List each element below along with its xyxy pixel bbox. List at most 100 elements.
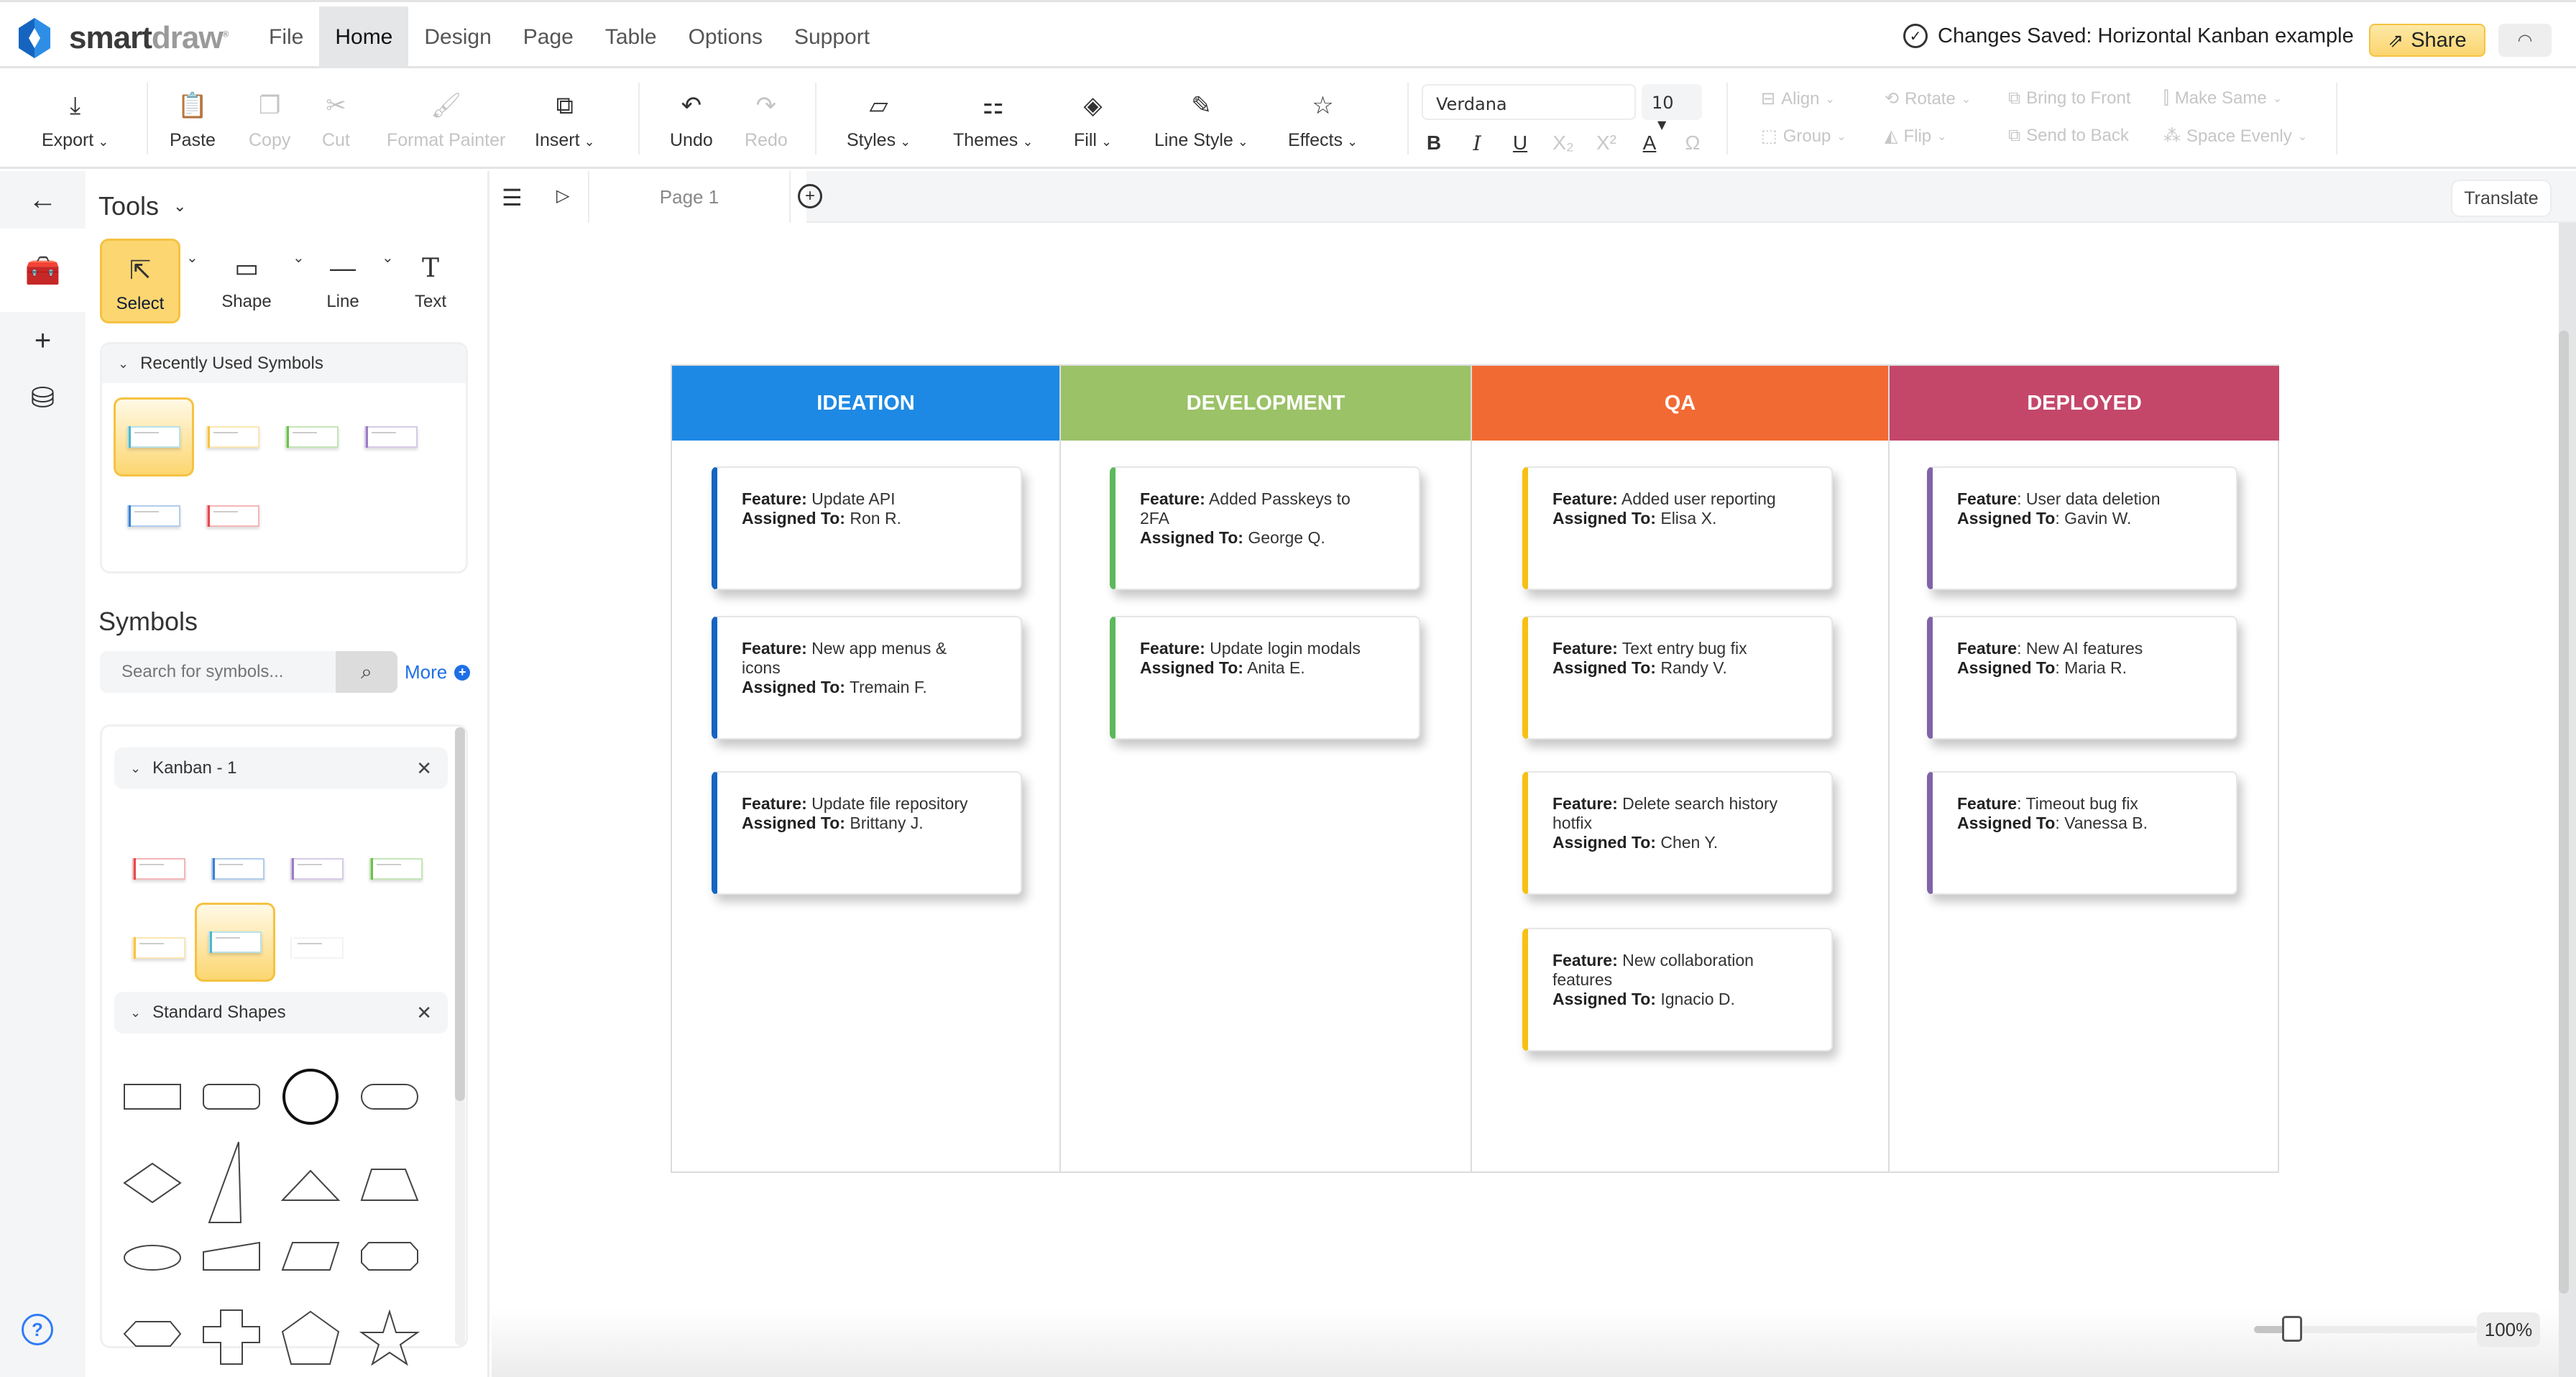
zoom-slider-thumb[interactable] bbox=[2281, 1316, 2302, 1342]
kanban-card[interactable]: Feature: Added user reporting Assigned To… bbox=[1522, 466, 1833, 590]
cut-button[interactable]: ✂ Cut bbox=[322, 90, 350, 151]
back-button[interactable]: ← bbox=[0, 171, 86, 229]
effects-button[interactable]: ☆ Effects ⌄ bbox=[1288, 90, 1358, 151]
flip-button[interactable]: ◭ Flip ⌄ bbox=[1885, 126, 1947, 147]
page-list-icon[interactable]: ☰ bbox=[502, 184, 523, 211]
format-painter-button[interactable]: 🖌 Format Painter bbox=[387, 90, 505, 151]
column-header[interactable]: DEPLOYED bbox=[1890, 366, 2279, 441]
underline-icon[interactable]: U bbox=[1509, 132, 1531, 155]
recent-symbol[interactable] bbox=[193, 476, 273, 556]
card-assignee: Assigned To: Chen Y. bbox=[1552, 833, 1719, 852]
recent-symbol[interactable] bbox=[114, 476, 194, 556]
add-button[interactable]: + bbox=[0, 312, 86, 369]
text-tool[interactable]: T Text bbox=[390, 239, 471, 323]
play-icon[interactable]: ▷ bbox=[556, 185, 569, 206]
kanban-symbol[interactable] bbox=[277, 908, 357, 987]
export-button[interactable]: ⤓ Export ⌄ bbox=[42, 90, 109, 151]
rotate-button[interactable]: ⟲ Rotate ⌄ bbox=[1885, 88, 1971, 109]
styles-button[interactable]: ▱ Styles ⌄ bbox=[847, 90, 911, 151]
share-button[interactable]: ⇗ Share bbox=[2369, 24, 2485, 57]
kanban-symbol[interactable] bbox=[277, 829, 357, 908]
line-style-button[interactable]: ✎ Line Style ⌄ bbox=[1154, 90, 1248, 151]
close-library-icon[interactable]: ✕ bbox=[416, 1002, 432, 1024]
bring-to-front-button[interactable]: ⧉ Bring to Front bbox=[2008, 88, 2131, 109]
menu-file[interactable]: File bbox=[253, 6, 319, 68]
zoom-level[interactable]: 100% bbox=[2477, 1312, 2540, 1347]
font-size-select[interactable]: 10 ▼ bbox=[1642, 84, 1702, 132]
add-page-icon[interactable]: + bbox=[798, 184, 822, 208]
shape-tool[interactable]: ▭ Shape bbox=[206, 239, 287, 323]
card-feature: Feature: User data deletion bbox=[1957, 489, 2161, 508]
select-tool[interactable]: ⇱ Select bbox=[100, 239, 180, 323]
undo-button[interactable]: ↶ Undo bbox=[670, 90, 713, 151]
kanban-card[interactable]: Feature: Added Passkeys to 2FA Assigned T… bbox=[1110, 466, 1420, 590]
bold-icon[interactable]: B bbox=[1423, 132, 1445, 155]
special-character-icon[interactable]: Ω bbox=[1682, 132, 1703, 155]
kanban-symbol[interactable] bbox=[195, 903, 275, 982]
smartdraw-logo[interactable]: smartdraw® bbox=[16, 18, 229, 58]
kanban-card[interactable]: Feature: Update login modals Assigned To:… bbox=[1110, 616, 1420, 740]
kanban-library-header[interactable]: ⌄ Kanban - 1 ✕ bbox=[114, 747, 448, 791]
canvas-scrollbar-thumb[interactable] bbox=[2559, 331, 2569, 1294]
data-tab[interactable]: ⛁ bbox=[0, 369, 86, 427]
chevron-down-icon: ⌄ bbox=[1825, 93, 1835, 106]
align-button[interactable]: ⊟ Align ⌄ bbox=[1761, 88, 1835, 109]
send-to-back-button[interactable]: ⧉ Send to Back bbox=[2008, 126, 2129, 146]
italic-icon[interactable]: I bbox=[1466, 132, 1488, 155]
kanban-card[interactable]: Feature: New AI features Assigned To: Mar… bbox=[1927, 616, 2237, 740]
redo-button[interactable]: ↷ Redo bbox=[745, 90, 788, 151]
column-header[interactable]: DEVELOPMENT bbox=[1061, 366, 1471, 441]
menu-design[interactable]: Design bbox=[408, 6, 507, 68]
copy-button[interactable]: ❐ Copy bbox=[249, 90, 290, 151]
kanban-symbol[interactable] bbox=[356, 829, 436, 908]
kanban-card[interactable]: Feature: Update API Assigned To: Ron R. bbox=[712, 466, 1022, 590]
search-button[interactable]: ⌕ bbox=[336, 651, 397, 693]
tools-tab[interactable]: 🧰 bbox=[0, 229, 86, 312]
card-assignee: Assigned To: Ron R. bbox=[742, 509, 901, 528]
select-options-chevron[interactable]: ⌄ bbox=[186, 249, 198, 267]
more-libraries-button[interactable]: More + bbox=[405, 661, 471, 683]
help-icon[interactable]: ? bbox=[22, 1314, 53, 1345]
view-button[interactable]: ◠ bbox=[2498, 24, 2552, 57]
menu-table[interactable]: Table bbox=[589, 6, 673, 68]
insert-button[interactable]: ⧉ Insert ⌄ bbox=[535, 90, 595, 151]
themes-button[interactable]: ⚏ Themes ⌄ bbox=[953, 90, 1033, 151]
kanban-card[interactable]: Feature: New app menus & icons Assigned T… bbox=[712, 616, 1022, 740]
font-family-select[interactable]: Verdana bbox=[1422, 84, 1636, 120]
line-tool[interactable]: — Line bbox=[303, 239, 383, 323]
column-header[interactable]: IDEATION bbox=[672, 366, 1059, 441]
kanban-card[interactable]: Feature: New collaboration features Assig… bbox=[1522, 928, 1833, 1051]
kanban-card[interactable]: Feature: Timeout bug fix Assigned To: Van… bbox=[1927, 771, 2237, 895]
kanban-card[interactable]: Feature: Text entry bug fix Assigned To: … bbox=[1522, 616, 1833, 740]
space-evenly-button[interactable]: ⁂ Space Evenly ⌄ bbox=[2163, 126, 2307, 147]
close-library-icon[interactable]: ✕ bbox=[416, 757, 432, 780]
translate-button[interactable]: Translate bbox=[2451, 180, 2552, 217]
kanban-symbol[interactable] bbox=[119, 829, 199, 908]
kanban-card[interactable]: Feature: Update file repository Assigned … bbox=[712, 771, 1022, 895]
recent-symbol[interactable] bbox=[114, 397, 194, 476]
recent-symbol[interactable] bbox=[272, 397, 352, 476]
kanban-symbol[interactable] bbox=[198, 829, 278, 908]
tab-page-1[interactable]: Page 1 bbox=[588, 171, 791, 223]
paste-button[interactable]: 📋 Paste bbox=[170, 90, 216, 151]
text-color-icon[interactable]: A bbox=[1639, 132, 1660, 155]
standard-shapes-header[interactable]: ⌄ Standard Shapes ✕ bbox=[114, 992, 448, 1035]
kanban-card[interactable]: Feature: Delete search history hotfix Ass… bbox=[1522, 771, 1833, 895]
recent-symbol[interactable] bbox=[351, 397, 431, 476]
superscript-icon[interactable]: X² bbox=[1596, 132, 1617, 155]
fill-button[interactable]: ◈ Fill ⌄ bbox=[1074, 90, 1112, 151]
tools-header[interactable]: Tools ⌄ bbox=[98, 191, 186, 221]
kanban-symbol[interactable] bbox=[119, 908, 199, 987]
kanban-card[interactable]: Feature: User data deletion Assigned To: … bbox=[1927, 466, 2237, 590]
recent-symbol[interactable] bbox=[193, 397, 273, 476]
group-button[interactable]: ⬚ Group ⌄ bbox=[1761, 126, 1846, 147]
menu-options[interactable]: Options bbox=[673, 6, 778, 68]
recently-used-header[interactable]: ⌄ Recently Used Symbols bbox=[102, 344, 466, 383]
subscript-icon[interactable]: X₂ bbox=[1552, 132, 1574, 155]
menu-home[interactable]: Home bbox=[319, 6, 409, 68]
menu-page[interactable]: Page bbox=[507, 6, 589, 68]
column-header[interactable]: QA bbox=[1472, 366, 1888, 441]
library-scrollbar-thumb[interactable] bbox=[455, 727, 465, 1101]
make-same-button[interactable]: ⫿ Make Same ⌄ bbox=[2163, 88, 2282, 109]
menu-support[interactable]: Support bbox=[778, 6, 886, 68]
